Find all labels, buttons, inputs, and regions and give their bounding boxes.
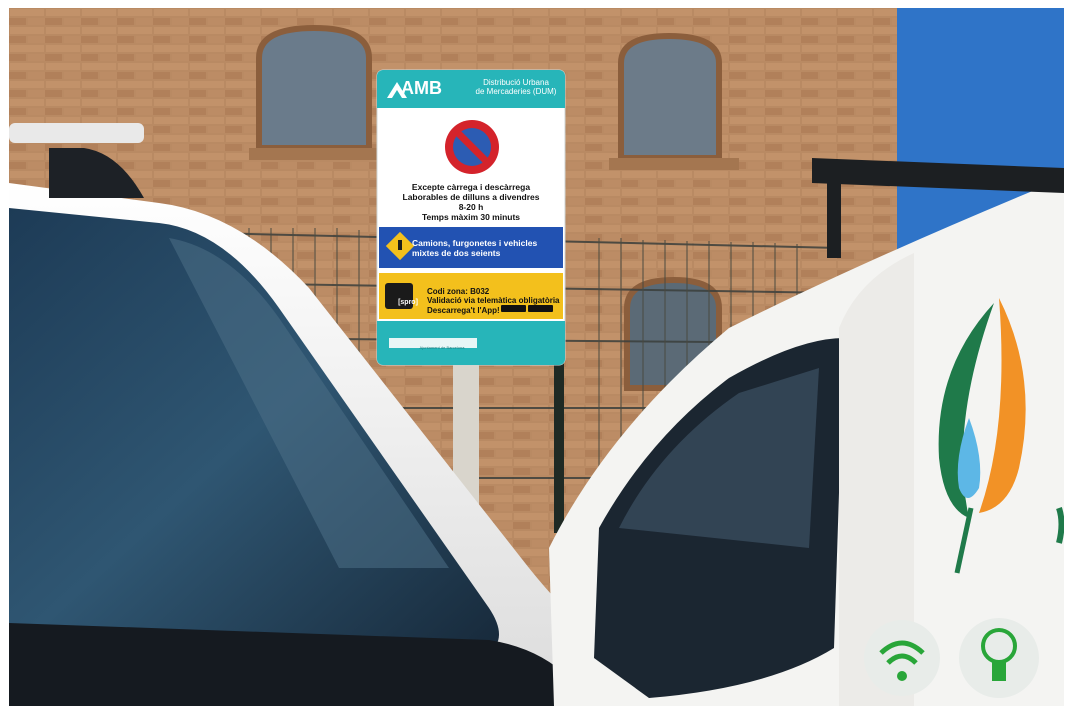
- photo-scene: [9, 8, 1064, 706]
- sign-header-title: Distribució Urbana de Mercaderies (DUM): [466, 78, 566, 97]
- sign-rules-line: Excepte càrrega i descàrrega: [411, 182, 531, 192]
- spro-logo-text: [spro]: [398, 299, 418, 306]
- logo-letter-fragment: [1056, 507, 1064, 544]
- sign-vehicles-line: Camions, furgonetes i vehicles: [412, 238, 538, 248]
- lightbulb-icon: [959, 618, 1039, 698]
- sign-rules: Excepte càrrega i descàrrega Laborables …: [379, 182, 563, 222]
- sign-rules-line: Laborables de dilluns a divendres: [402, 192, 540, 203]
- arched-window: [609, 32, 739, 170]
- wifi-icon: [864, 620, 940, 696]
- sign-vehicles-line: mixtes de dos seients: [412, 248, 501, 259]
- sign-rules-line: 8-20 h: [458, 202, 484, 213]
- arched-window: [249, 24, 379, 160]
- sign-zone-line: Descarrega't l'App!: [427, 305, 500, 315]
- sign-zone: Codi zona: B032 Validació via telemàtica…: [427, 287, 567, 315]
- photo-frame: AMB Distribució Urbana de Mercaderies (D…: [9, 8, 1064, 706]
- sign-logo-text: AMB: [401, 78, 442, 98]
- sign-zone-line: Validació via telemàtica obligatòria: [427, 296, 560, 306]
- sign-rules-line: Temps màxim 30 minuts: [421, 212, 521, 223]
- sign-footer-text: Ajuntament de Barcelona: [419, 345, 465, 350]
- sign-zone-line: Codi zona: B032: [427, 287, 490, 296]
- no-parking-icon: [445, 120, 499, 174]
- sign-header-line: de Mercaderies (DUM): [475, 87, 557, 97]
- sign-header-line: Distribució Urbana: [483, 78, 549, 87]
- sign-vehicles: Camions, furgonetes i vehicles mixtes de…: [412, 238, 562, 258]
